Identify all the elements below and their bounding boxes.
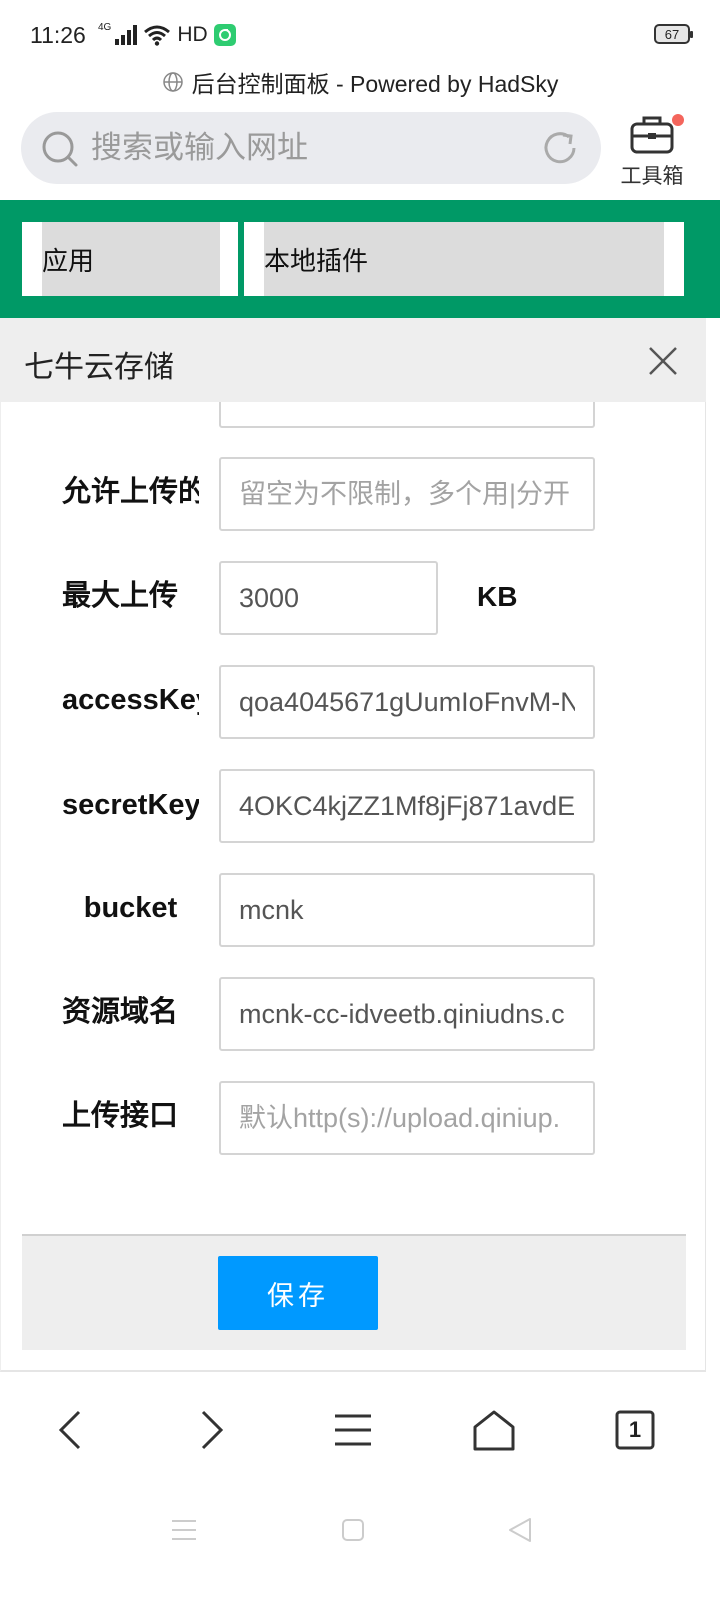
refresh-icon[interactable] [541, 129, 579, 167]
tabs-button[interactable]: 1 [605, 1400, 665, 1460]
allowed-types-input[interactable] [219, 457, 595, 531]
modal-title: 七牛云存储 [24, 351, 174, 384]
battery-level: 67 [664, 26, 680, 42]
app-notification-icon [213, 24, 236, 46]
tab-local-plugins[interactable]: 本地插件 [244, 222, 684, 296]
domain-label: 资源域名 [62, 996, 179, 1028]
secret-key-label: secretKey [62, 789, 199, 821]
home-button[interactable] [464, 1400, 524, 1460]
back-icon [58, 1410, 81, 1450]
tab-local-plugins-label: 本地插件 [264, 222, 664, 296]
max-upload-unit: KB [477, 581, 518, 612]
system-menu-icon [172, 1520, 196, 1540]
system-nav-bar [0, 1480, 720, 1600]
tab-app-label: 应用 [42, 222, 220, 296]
tab-app[interactable]: 应用 [22, 222, 238, 296]
system-back-icon [509, 1518, 531, 1542]
address-input[interactable] [91, 112, 531, 184]
menu-icon [335, 1414, 371, 1446]
signal-icon [115, 25, 138, 45]
battery-icon: 67 [654, 24, 693, 44]
network-type: 4G [98, 21, 112, 33]
max-upload-label: 最大上传 [62, 580, 179, 612]
system-back-button[interactable] [500, 1510, 540, 1550]
system-home-icon [342, 1519, 364, 1541]
toolbox-label: 工具箱 [620, 165, 684, 188]
bucket-label: bucket [83, 892, 178, 924]
close-icon[interactable] [648, 346, 678, 376]
partial-input-field[interactable] [219, 402, 595, 428]
allowed-types-label: 允许上传的 [62, 476, 199, 508]
notification-dot [672, 114, 684, 126]
status-time: 11:26 [30, 22, 86, 48]
access-key-input[interactable] [219, 665, 595, 739]
status-icons: 4G HD [98, 22, 236, 48]
admin-tab-strip: 应用 本地插件 [0, 200, 720, 318]
modal-footer: 保存 [22, 1234, 686, 1350]
tab-count: 1 [628, 1417, 642, 1442]
save-button[interactable]: 保存 [218, 1256, 378, 1330]
address-bar[interactable] [21, 112, 601, 184]
wifi-icon [144, 25, 171, 46]
system-menu-button[interactable] [164, 1510, 204, 1550]
home-icon [473, 1410, 515, 1451]
status-bar: 11:26 4G HD 67 [0, 0, 720, 66]
browser-nav-bar: 1 [0, 1374, 720, 1480]
access-key-label: accessKey [62, 684, 199, 716]
page-title-row: 后台控制面板 - Powered by HadSky [0, 66, 720, 98]
secret-key-input[interactable] [219, 769, 595, 843]
forward-button[interactable] [182, 1400, 242, 1460]
back-button[interactable] [40, 1400, 100, 1460]
system-home-button[interactable] [333, 1510, 373, 1550]
globe-icon [162, 72, 183, 92]
toolbox-icon [630, 116, 674, 154]
toolbox-button[interactable]: 工具箱 [612, 108, 692, 188]
max-upload-input[interactable] [219, 561, 438, 635]
hd-indicator: HD [177, 23, 208, 46]
upload-api-label: 上传接口 [62, 1100, 179, 1132]
modal-body[interactable]: 允许上传的 最大上传 KB accessKey secretKey bucket… [0, 402, 706, 1372]
bucket-input[interactable] [219, 873, 595, 947]
forward-icon [201, 1410, 224, 1450]
modal-header: 七牛云存储 [0, 318, 706, 402]
page-title: 后台控制面板 - Powered by HadSky [191, 71, 559, 97]
upload-api-input[interactable] [219, 1081, 595, 1155]
domain-input[interactable] [219, 977, 595, 1051]
search-icon [42, 131, 78, 167]
menu-button[interactable] [323, 1400, 383, 1460]
